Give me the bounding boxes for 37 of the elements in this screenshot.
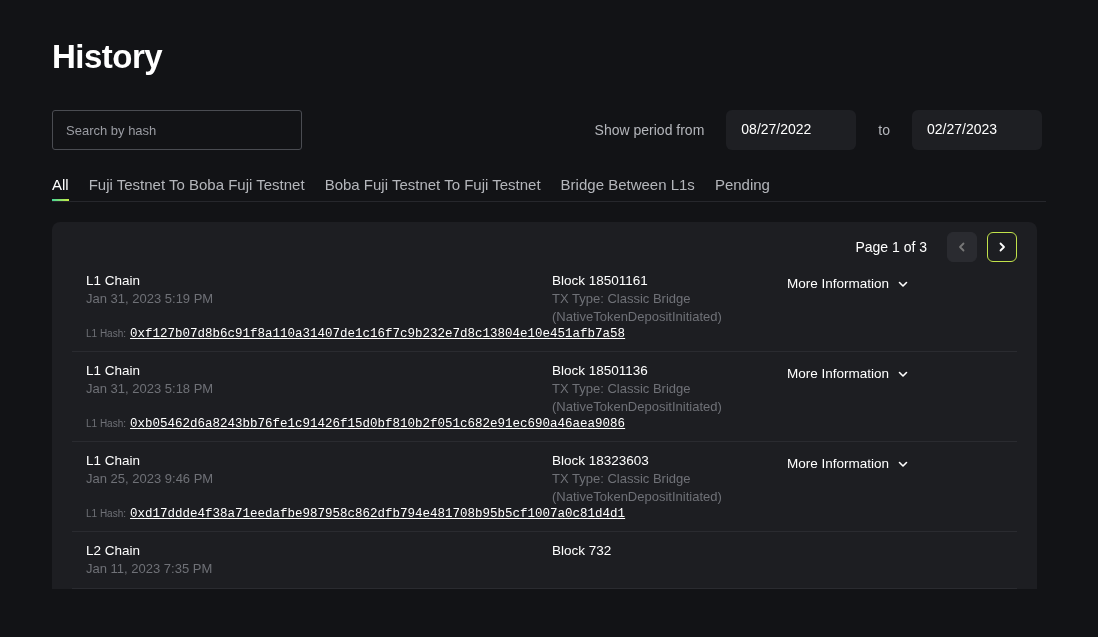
transaction-type: TX Type: Classic Bridge (NativeTokenDepositInitiated) [552, 380, 723, 415]
hash-link[interactable]: 0xb05462d6a8243bb76fe1c91426f15d0bf810b2f051c682e91ec690a46aea9086 [130, 417, 626, 431]
page-indicator: Page 1 of 3 [855, 239, 927, 255]
hash-label: L1 Hash: [86, 508, 127, 519]
tab[interactable]: Fuji Testnet To Boba Fuji Testnet [88, 174, 305, 201]
hash-label: L1 Hash: [86, 328, 127, 339]
more-information-button[interactable]: More Information [787, 456, 910, 471]
hash-link[interactable]: 0xd17ddde4f38a71eedafbe987958c862dfb794e481708b95b5cf1007a0c81d4d1 [130, 507, 626, 521]
transaction-date: Jan 11, 2023 7:35 PM [86, 560, 214, 578]
block-number: Block 18501136 [552, 362, 649, 380]
to-label: to [878, 122, 890, 138]
chain-name: L1 Chain [86, 272, 142, 290]
block-number: Block 732 [552, 542, 613, 560]
next-page-button[interactable] [987, 232, 1017, 262]
transaction-date: Jan 31, 2023 5:18 PM [86, 380, 215, 398]
block-number: Block 18323603 [552, 452, 650, 470]
page-title: History [52, 37, 164, 77]
transaction-type: TX Type: Classic Bridge (NativeTokenDepositInitiated) [552, 470, 723, 505]
date-field[interactable]: 08/27/2022 [726, 110, 857, 150]
tab[interactable]: All [52, 174, 69, 201]
more-information-button[interactable]: More Information [787, 276, 910, 291]
tab[interactable]: Pending [714, 174, 770, 201]
tab[interactable]: Bridge Between L1s [560, 174, 695, 201]
date-field[interactable]: 02/27/2023 [912, 110, 1042, 150]
tab[interactable]: Boba Fuji Testnet To Fuji Testnet [324, 174, 541, 201]
chain-name: L1 Chain [86, 452, 142, 470]
hash-link[interactable]: 0xf127b07d8b6c91f8a110a31407de1c16f7c9b232e7d8c13804e10e451afb7a58 [130, 327, 626, 341]
hash-label: L1 Hash: [86, 418, 127, 429]
transaction-date: Jan 25, 2023 9:46 PM [86, 470, 215, 488]
search-field[interactable]: Search by hash [52, 110, 302, 150]
chain-name: L2 Chain [86, 542, 142, 560]
period-label: Show period from [594, 122, 705, 138]
block-number: Block 18501161 [552, 272, 649, 290]
transaction-type: TX Type: Classic Bridge (NativeTokenDepositInitiated) [552, 290, 723, 325]
more-information-button[interactable]: More Information [787, 366, 910, 381]
chain-name: L1 Chain [86, 362, 142, 380]
transaction-date: Jan 31, 2023 5:19 PM [86, 290, 215, 308]
